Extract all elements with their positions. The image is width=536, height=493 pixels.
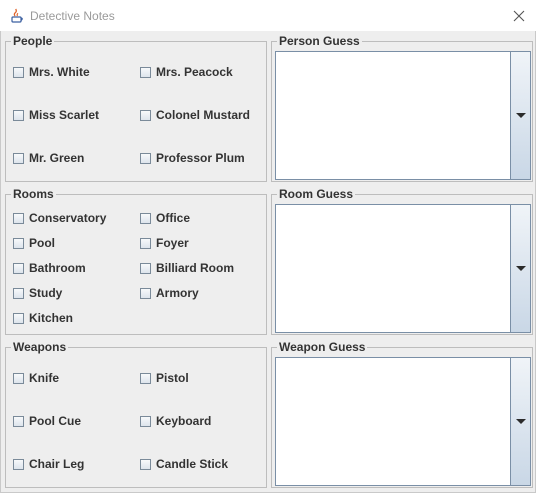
- checkbox-box[interactable]: [13, 312, 24, 324]
- checkbox-box[interactable]: [13, 66, 24, 78]
- checkbox-box[interactable]: [140, 109, 151, 121]
- arrow-down-icon: [515, 419, 526, 424]
- checkbox-professor-plum[interactable]: Professor Plum: [140, 151, 245, 165]
- checkbox-box[interactable]: [13, 458, 24, 470]
- checkbox-office[interactable]: Office: [140, 211, 190, 225]
- person-guess-panel: Person Guess: [271, 34, 533, 182]
- room-guess-panel: Room Guess: [271, 187, 533, 335]
- weapons-title: Weapons: [11, 340, 69, 354]
- checkbox-label: Miss Scarlet: [29, 108, 100, 122]
- checkbox-armory[interactable]: Armory: [140, 286, 199, 300]
- rooms-title: Rooms: [11, 187, 56, 201]
- checkbox-label: Office: [156, 211, 191, 225]
- checkbox-mrs-peacock[interactable]: Mrs. Peacock: [140, 65, 233, 79]
- checkbox-box[interactable]: [140, 152, 151, 164]
- checkbox-knife[interactable]: Knife: [13, 371, 59, 385]
- checkbox-box[interactable]: [140, 287, 151, 299]
- checkbox-study[interactable]: Study: [13, 286, 62, 300]
- weapon-guess-panel: Weapon Guess: [271, 340, 533, 488]
- checkbox-label: Professor Plum: [156, 151, 245, 165]
- checkbox-foyer[interactable]: Foyer: [140, 236, 189, 250]
- java-app-icon: [9, 8, 25, 24]
- checkbox-box[interactable]: [13, 152, 24, 164]
- checkbox-box[interactable]: [140, 372, 151, 384]
- checkbox-box[interactable]: [13, 372, 24, 384]
- weapons-panel: Weapons Knife Pistol Pool Cue Keyboard C…: [5, 340, 267, 488]
- checkbox-label: Bathroom: [29, 261, 86, 275]
- checkbox-label: Knife: [29, 371, 59, 385]
- arrow-down-icon: [515, 266, 526, 271]
- checkbox-label: Mrs. White: [29, 65, 90, 79]
- people-panel: People Mrs. White Mrs. Peacock Miss Scar…: [5, 34, 267, 182]
- checkbox-label: Candle Stick: [156, 457, 229, 471]
- weapon-guess-title: Weapon Guess: [277, 340, 368, 354]
- window-title: Detective Notes: [30, 9, 115, 23]
- checkbox-chair-leg[interactable]: Chair Leg: [13, 457, 84, 471]
- checkbox-box[interactable]: [140, 458, 151, 470]
- checkbox-label: Mr. Green: [29, 151, 85, 165]
- checkbox-pistol[interactable]: Pistol: [140, 371, 189, 385]
- room-guess-title: Room Guess: [277, 187, 356, 201]
- checkbox-pool[interactable]: Pool: [13, 236, 55, 250]
- checkbox-label: Billiard Room: [156, 261, 235, 275]
- people-title: People: [11, 34, 55, 48]
- checkbox-label: Chair Leg: [29, 457, 85, 471]
- person-guess-list[interactable]: [275, 51, 531, 180]
- window-content: People Mrs. White Mrs. Peacock Miss Scar…: [0, 31, 536, 493]
- checkbox-label: Pool Cue: [29, 414, 82, 428]
- checkbox-keyboard[interactable]: Keyboard: [140, 414, 211, 428]
- checkbox-label: Colonel Mustard: [156, 108, 251, 122]
- checkbox-label: Mrs. Peacock: [156, 65, 233, 79]
- checkbox-label: Pool: [29, 236, 55, 250]
- person-guess-title: Person Guess: [277, 34, 362, 48]
- checkbox-box[interactable]: [13, 415, 24, 427]
- checkbox-label: Study: [29, 286, 63, 300]
- checkbox-label: Foyer: [156, 236, 189, 250]
- checkbox-billiard-room[interactable]: Billiard Room: [140, 261, 234, 275]
- checkbox-kitchen[interactable]: Kitchen: [13, 311, 73, 325]
- checkbox-mr-green[interactable]: Mr. Green: [13, 151, 84, 165]
- weapon-guess-list[interactable]: [275, 357, 531, 486]
- checkbox-label: Armory: [156, 286, 199, 300]
- title-bar: Detective Notes: [0, 0, 536, 31]
- person-guess-dropdown-button[interactable]: [510, 52, 530, 179]
- room-guess-dropdown-button[interactable]: [510, 205, 530, 332]
- arrow-down-icon: [515, 113, 526, 118]
- checkbox-candle-stick[interactable]: Candle Stick: [140, 457, 228, 471]
- checkbox-box[interactable]: [140, 66, 151, 78]
- checkbox-box[interactable]: [13, 109, 24, 121]
- checkbox-bathroom[interactable]: Bathroom: [13, 261, 86, 275]
- close-button[interactable]: [506, 5, 532, 27]
- checkbox-label: Pistol: [156, 371, 189, 385]
- close-icon: [513, 10, 525, 22]
- checkbox-conservatory[interactable]: Conservatory: [13, 211, 106, 225]
- checkbox-box[interactable]: [13, 212, 24, 224]
- checkbox-box[interactable]: [13, 262, 24, 274]
- checkbox-box[interactable]: [140, 415, 151, 427]
- checkbox-label: Conservatory: [29, 211, 107, 225]
- checkbox-pool-cue[interactable]: Pool Cue: [13, 414, 81, 428]
- rooms-panel: Rooms Conservatory Office Pool Foyer Bat…: [5, 187, 267, 335]
- checkbox-colonel-mustard[interactable]: Colonel Mustard: [140, 108, 250, 122]
- checkbox-miss-scarlet[interactable]: Miss Scarlet: [13, 108, 99, 122]
- weapon-guess-dropdown-button[interactable]: [510, 358, 530, 485]
- checkbox-box[interactable]: [140, 262, 151, 274]
- checkbox-box[interactable]: [13, 237, 24, 249]
- room-guess-list[interactable]: [275, 204, 531, 333]
- checkbox-box[interactable]: [140, 237, 151, 249]
- checkbox-label: Kitchen: [29, 311, 74, 325]
- checkbox-label: Keyboard: [156, 414, 212, 428]
- checkbox-box[interactable]: [140, 212, 151, 224]
- checkbox-box[interactable]: [13, 287, 24, 299]
- checkbox-mrs-white[interactable]: Mrs. White: [13, 65, 90, 79]
